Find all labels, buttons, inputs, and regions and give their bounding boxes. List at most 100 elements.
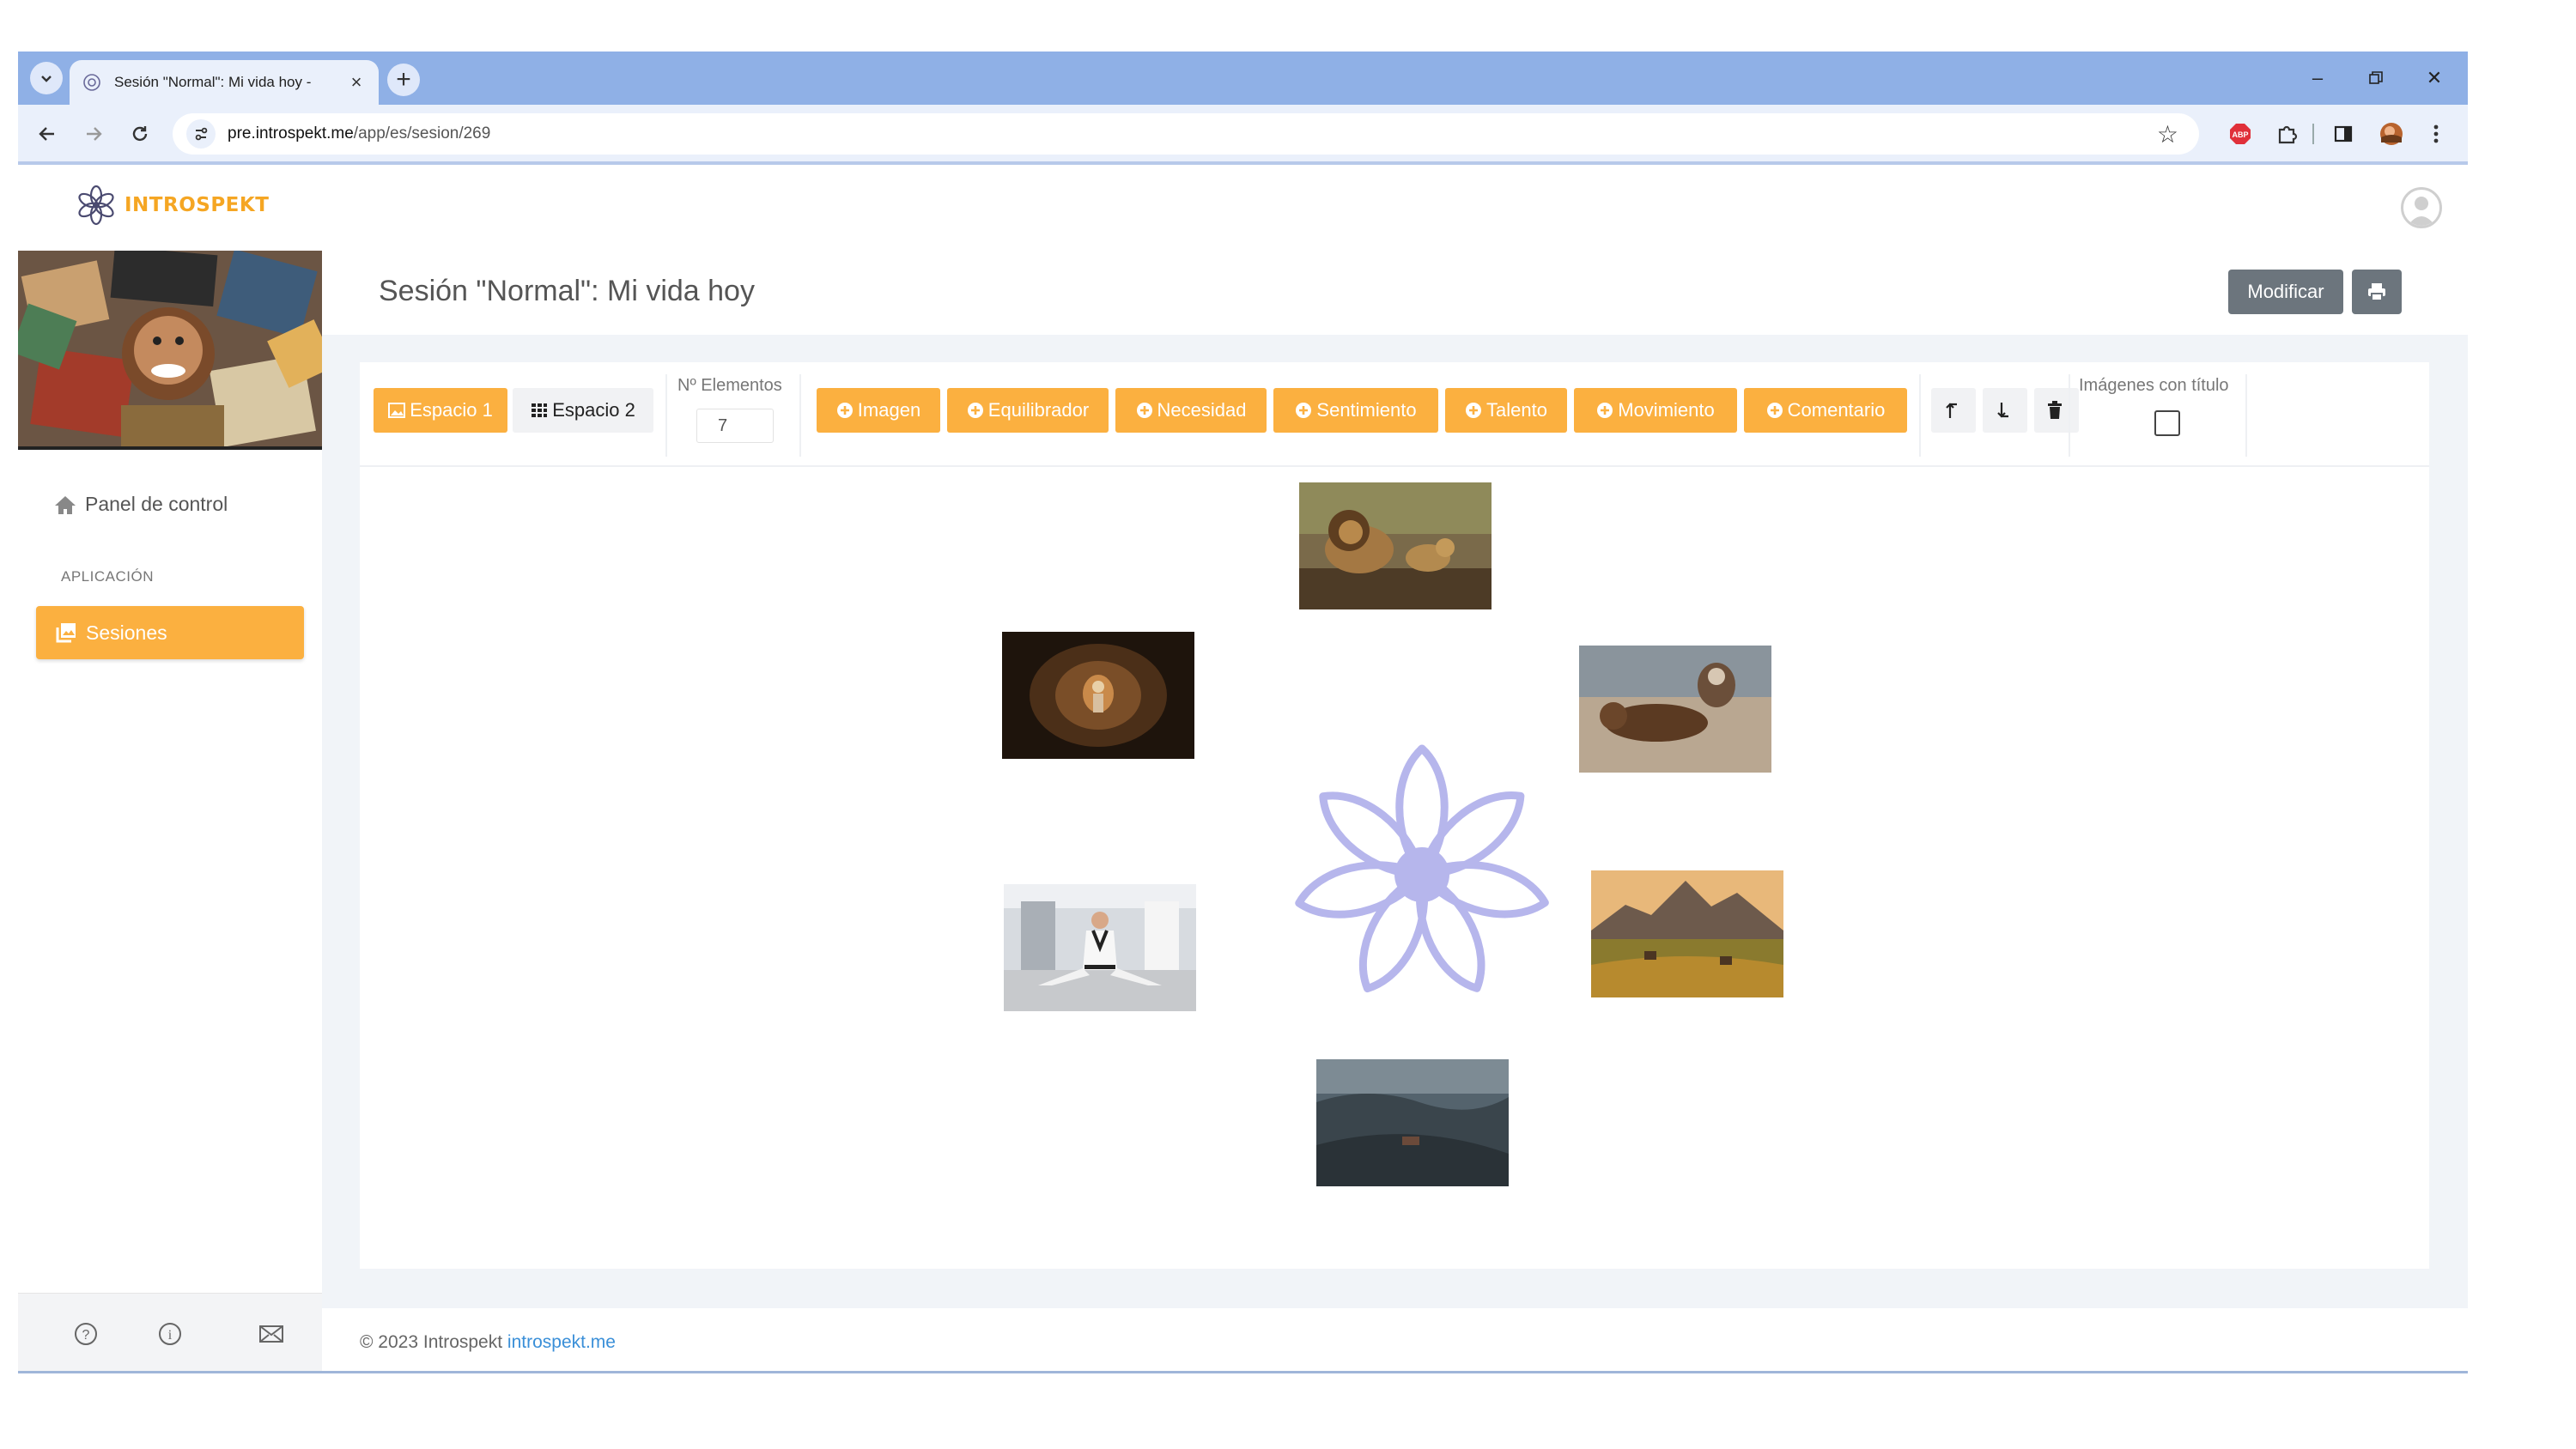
space2-button[interactable]: Espacio 2 (513, 388, 653, 433)
send-backward-button[interactable] (1983, 388, 2027, 433)
images-with-title-label: Imágenes con título (2079, 376, 2229, 395)
back-icon[interactable] (32, 118, 63, 149)
page-footer: © 2023 Introspekt introspekt.me (322, 1308, 2468, 1373)
image-mountain-meadow[interactable] (1591, 870, 1783, 997)
tab-title: Sesión "Normal": Mi vida hoy - (114, 74, 312, 90)
arrow-down-icon (1996, 403, 2008, 418)
introspekt-favicon-icon (82, 72, 102, 93)
page-title: Sesión "Normal": Mi vida hoy (379, 275, 755, 307)
plus-circle-icon (836, 403, 853, 418)
bring-forward-button[interactable] (1931, 388, 1976, 433)
sidebar-footer: ? i (18, 1293, 322, 1373)
footer-link[interactable]: introspekt.me (507, 1332, 616, 1352)
session-canvas[interactable] (360, 467, 2429, 1269)
browser-toolbar: pre.introspekt.me/app/es/sesion/269 ☆ AB… (18, 105, 2468, 161)
toolbar-divider (2312, 124, 2314, 144)
app-logo[interactable]: INTROSPEKT (75, 184, 269, 227)
space1-button[interactable]: Espacio 1 (374, 388, 507, 433)
images-with-title-checkbox[interactable] (2154, 410, 2180, 436)
user-avatar[interactable] (2401, 187, 2442, 228)
browser-tab[interactable]: Sesión "Normal": Mi vida hoy - × (70, 60, 379, 105)
image-lions[interactable] (1299, 482, 1492, 609)
tab-strip: Sesión "Normal": Mi vida hoy - × + – ✕ (18, 52, 2468, 105)
new-tab-button[interactable]: + (387, 64, 420, 96)
image-black-sand-landscape[interactable] (1316, 1059, 1509, 1186)
logo-text: INTROSPEKT (125, 194, 270, 216)
sidebar: Panel de control APLICACIÓN Sesiones ? i (18, 251, 322, 1373)
site-settings-icon[interactable] (186, 119, 216, 149)
add-equilibrador-button[interactable]: Equilibrador (947, 388, 1109, 433)
browser-window: Sesión "Normal": Mi vida hoy - × + – ✕ p… (18, 52, 2468, 1373)
plus-circle-icon (1136, 403, 1152, 418)
modify-button[interactable]: Modificar (2228, 270, 2343, 314)
image-cave-explorer[interactable] (1002, 632, 1194, 759)
page-header: Sesión "Normal": Mi vida hoy Modificar (322, 251, 2468, 335)
grid-icon (532, 403, 548, 417)
elements-label: Nº Elementos (677, 376, 782, 395)
plus-circle-icon (1466, 403, 1482, 418)
sidebar-item-sessions[interactable]: Sesiones (36, 606, 304, 659)
image-martial-artist[interactable] (1004, 884, 1196, 1011)
app-root: INTROSPEKT Panel de control APLICACIÓN S… (18, 165, 2468, 1373)
introspekt-logo-icon (78, 185, 114, 226)
svg-text:ABP: ABP (2232, 130, 2248, 139)
svg-text:?: ? (82, 1328, 90, 1343)
add-talento-button[interactable]: Talento (1445, 388, 1567, 433)
add-movimiento-button[interactable]: Movimiento (1574, 388, 1737, 433)
plus-circle-icon (1597, 403, 1613, 418)
minimize-icon[interactable]: – (2300, 64, 2335, 93)
add-comentario-button[interactable]: Comentario (1744, 388, 1907, 433)
add-necesidad-button[interactable]: Necesidad (1115, 388, 1267, 433)
sidebar-item-label: Sesiones (86, 621, 167, 644)
toolbar-separator (665, 374, 667, 457)
browser-menu-icon[interactable] (2422, 120, 2450, 148)
chevron-down-icon (41, 76, 52, 82)
toolbar-separator (799, 374, 801, 457)
profile-avatar-icon[interactable] (2378, 120, 2405, 148)
sidebar-item-dashboard[interactable]: Panel de control (54, 493, 228, 516)
footer-copyright: © 2023 Introspekt introspekt.me (360, 1332, 616, 1352)
introspekt-flower-icon (1295, 744, 1549, 993)
close-window-icon[interactable]: ✕ (2417, 64, 2451, 93)
home-icon (55, 495, 76, 514)
sidebar-cover-image (18, 251, 322, 450)
info-icon[interactable]: i (155, 1319, 185, 1349)
extensions-puzzle-icon[interactable] (2273, 120, 2300, 148)
adblock-extension-icon[interactable]: ABP (2227, 120, 2254, 148)
bookmark-star-icon[interactable]: ☆ (2157, 120, 2178, 149)
forward-icon[interactable] (78, 118, 109, 149)
sidebar-section-heading: APLICACIÓN (61, 568, 154, 585)
toolbar-separator (1919, 374, 1921, 457)
url-text: pre.introspekt.me/app/es/sesion/269 (228, 124, 491, 142)
mail-icon[interactable] (257, 1319, 286, 1349)
plus-circle-icon (1766, 403, 1783, 418)
arrow-up-icon (1945, 403, 1957, 418)
reload-icon[interactable] (125, 118, 155, 149)
address-bar[interactable]: pre.introspekt.me/app/es/sesion/269 ☆ (173, 113, 2199, 155)
plus-circle-icon (1296, 403, 1312, 418)
photo-library-icon (56, 623, 76, 643)
add-image-button[interactable]: Imagen (817, 388, 940, 433)
add-sentimiento-button[interactable]: Sentimiento (1273, 388, 1438, 433)
toolbar-separator (2245, 374, 2247, 457)
session-toolbar: Espacio 1 Espacio 2 Nº Elementos 7 Image… (360, 362, 2429, 467)
print-icon (2368, 283, 2385, 301)
side-panel-icon[interactable] (2330, 120, 2357, 148)
tab-search-button[interactable] (30, 62, 63, 94)
svg-text:i: i (168, 1328, 173, 1343)
toolbar-separator (2069, 374, 2070, 457)
plus-circle-icon (967, 403, 983, 418)
print-button[interactable] (2352, 270, 2402, 314)
close-tab-icon[interactable]: × (346, 71, 367, 93)
main-content: Sesión "Normal": Mi vida hoy Modificar E… (322, 251, 2468, 1373)
app-header: INTROSPEKT (18, 165, 2468, 251)
help-icon[interactable]: ? (71, 1319, 100, 1349)
delete-button[interactable] (2034, 388, 2079, 433)
restore-icon[interactable] (2359, 64, 2393, 93)
window-bottom-border (18, 1371, 2468, 1373)
trash-icon (2047, 401, 2062, 419)
image-otter[interactable] (1579, 646, 1771, 773)
user-icon (2408, 197, 2435, 226)
elements-input[interactable]: 7 (696, 409, 774, 443)
sidebar-item-label: Panel de control (85, 493, 228, 515)
